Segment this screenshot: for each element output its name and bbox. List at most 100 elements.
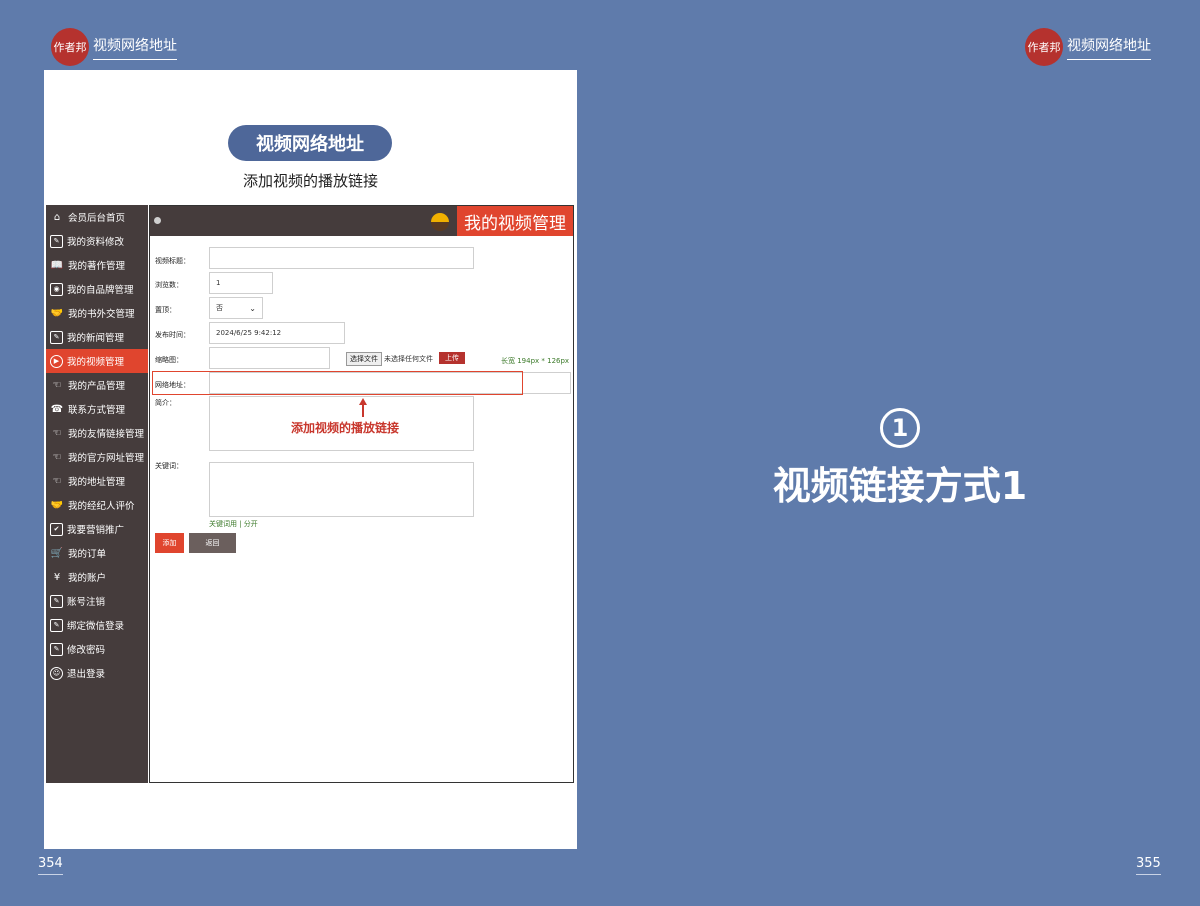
publish-time-value: 2024/6/25 9:42:12 — [216, 329, 282, 337]
sidebar-item[interactable]: ▶ 我的视频管理 — [46, 349, 148, 373]
thumb-input[interactable] — [209, 347, 330, 369]
sidebar-item-label: 退出登录 — [67, 669, 106, 680]
keywords-label: 关键词： — [155, 462, 183, 470]
add-button[interactable]: 添加 — [155, 533, 184, 553]
annotation-text: 添加视频的播放链接 — [291, 421, 400, 435]
sidebar-item[interactable]: 🤝 我的书外交管理 — [46, 301, 148, 325]
hand-icon: ☜ — [52, 451, 62, 463]
checkbox-icon: ✔ — [50, 522, 63, 536]
intro-label: 简介： — [155, 399, 176, 407]
file-status: 未选择任何文件 — [384, 355, 433, 363]
sidebar-item[interactable]: 🛒 我的订单 — [46, 541, 148, 565]
sidebar-item-label: 我的产品管理 — [68, 381, 126, 392]
handshake-icon: 🤝 — [50, 499, 64, 511]
sidebar-item[interactable]: 🤝 我的经纪人评价 — [46, 493, 148, 517]
back-button[interactable]: 返回 — [189, 533, 236, 553]
sidebar-item[interactable]: ✎ 我的新闻管理 — [46, 325, 148, 349]
sidebar-item[interactable]: ◉ 我的自品牌管理 — [46, 277, 148, 301]
sidebar-item-label: 我的账户 — [68, 573, 107, 584]
edit-doc-icon: ✎ — [50, 642, 63, 656]
sidebar-item[interactable]: ☜ 我的产品管理 — [46, 373, 148, 397]
sidebar-item-label: 会员后台首页 — [68, 213, 126, 224]
sidebar-item[interactable]: ☜ 我的友情链接管理 — [46, 421, 148, 445]
sidebar-item[interactable]: ✎ 绑定微信登录 — [46, 613, 148, 637]
url-highlight-box — [152, 371, 523, 395]
edit-doc-icon: ✎ — [50, 234, 63, 248]
views-input[interactable]: 1 — [209, 272, 273, 294]
section-pill-title: 视频网络地址 — [228, 125, 392, 161]
cart-icon: 🛒 — [50, 547, 64, 559]
views-label: 浏览数： — [155, 281, 183, 289]
time-label: 发布时间： — [155, 331, 190, 339]
sidebar-item-label: 联系方式管理 — [68, 405, 126, 416]
section-subtitle: 添加视频的播放链接 — [242, 172, 378, 190]
hand-icon: ☜ — [52, 427, 62, 439]
avatar[interactable] — [431, 213, 449, 231]
sidebar-item[interactable]: ✔ 我要营销推广 — [46, 517, 148, 541]
news-icon: ✎ — [50, 330, 63, 344]
menu-dot-icon[interactable] — [154, 217, 161, 224]
sidebar-item-label: 我的经纪人评价 — [68, 501, 135, 512]
upload-button[interactable]: 上传 — [439, 352, 465, 364]
title-label: 视频标题： — [155, 257, 190, 265]
arrow-line — [362, 404, 364, 417]
page-tag: 我的视频管理 — [457, 206, 573, 236]
home-icon: ⌂ — [53, 211, 61, 223]
views-value: 1 — [216, 279, 221, 287]
sidebar-item[interactable]: ☜ 我的地址管理 — [46, 469, 148, 493]
header-left: 作者邦 视频网络地址 — [51, 28, 177, 66]
sidebar-item-label: 我的自品牌管理 — [67, 285, 134, 296]
sidebar-item-label: 修改密码 — [67, 645, 106, 656]
header-title: 视频网络地址 — [1067, 35, 1151, 60]
handshake-icon: 🤝 — [50, 307, 64, 319]
user-circle-icon: ☺ — [50, 666, 63, 680]
pin-value: 否 — [216, 304, 223, 312]
thumb-label: 缩略图： — [155, 356, 183, 364]
choose-file-button[interactable]: 选择文件 — [346, 352, 382, 366]
size-hint: 长宽 194px * 126px — [501, 357, 570, 365]
main-content: 我的视频管理 视频标题： 浏览数： 1 置顶： 否 ⌄ 发布时间： 2024/6… — [149, 205, 574, 783]
screenshot-panel: 视频网络地址 添加视频的播放链接 ⌂ 会员后台首页 ✎ 我的资料修改 📖 我的著作管理 ◉ 我… — [44, 70, 577, 849]
sidebar-item-label: 我要营销推广 — [67, 525, 125, 536]
sidebar-item-label: 账号注销 — [67, 597, 106, 608]
book-icon: 📖 — [50, 259, 64, 271]
step-number-badge: 1 — [880, 408, 920, 448]
sidebar-item-label: 我的资料修改 — [67, 237, 125, 248]
sidebar-item-label: 我的友情链接管理 — [68, 429, 145, 440]
sidebar-item-label: 我的新闻管理 — [67, 333, 125, 344]
logo-icon: 作者邦 — [1025, 28, 1063, 66]
edit-doc-icon: ✎ — [50, 618, 63, 632]
sidebar: ⌂ 会员后台首页 ✎ 我的资料修改 📖 我的著作管理 ◉ 我的自品牌管理 🤝 我的书外交管理 ✎ 我的… — [46, 205, 148, 783]
keywords-textarea[interactable] — [209, 462, 474, 517]
sidebar-item[interactable]: ✎ 账号注销 — [46, 589, 148, 613]
sidebar-item[interactable]: ¥ 我的账户 — [46, 565, 148, 589]
sidebar-item[interactable]: ☜ 我的官方网址管理 — [46, 445, 148, 469]
sidebar-item-label: 我的视频管理 — [67, 357, 125, 368]
sidebar-item-label: 我的著作管理 — [68, 261, 126, 272]
sidebar-item-label: 我的订单 — [68, 549, 107, 560]
sidebar-item[interactable]: ✎ 我的资料修改 — [46, 229, 148, 253]
sidebar-item[interactable]: ☺ 退出登录 — [46, 661, 148, 685]
header-right: 作者邦 视频网络地址 — [1025, 28, 1151, 66]
header-title: 视频网络地址 — [93, 35, 177, 60]
publish-time-input[interactable]: 2024/6/25 9:42:12 — [209, 322, 345, 344]
video-title-input[interactable] — [209, 247, 474, 269]
pin-select[interactable]: 否 ⌄ — [209, 297, 263, 319]
chevron-down-icon: ⌄ — [249, 303, 256, 313]
sidebar-item[interactable]: ☎ 联系方式管理 — [46, 397, 148, 421]
phone-icon: ☎ — [50, 403, 64, 415]
sidebar-item[interactable]: ✎ 修改密码 — [46, 637, 148, 661]
page-number-right: 355 — [1136, 856, 1161, 875]
edit-doc-icon: ✎ — [50, 594, 63, 608]
page-number-left: 354 — [38, 856, 63, 875]
sidebar-item[interactable]: ⌂ 会员后台首页 — [46, 205, 148, 229]
pin-label: 置顶： — [155, 306, 176, 314]
sidebar-item-label: 我的地址管理 — [68, 477, 126, 488]
right-page-title: 视频链接方式1 — [772, 464, 1028, 508]
sidebar-item-label: 我的官方网址管理 — [68, 453, 145, 464]
hand-icon: ☜ — [52, 475, 62, 487]
sidebar-item-label: 我的书外交管理 — [68, 309, 135, 320]
yen-icon: ¥ — [53, 571, 61, 583]
sidebar-item[interactable]: 📖 我的著作管理 — [46, 253, 148, 277]
keyword-hint: 关键词用 | 分开 — [209, 520, 258, 528]
